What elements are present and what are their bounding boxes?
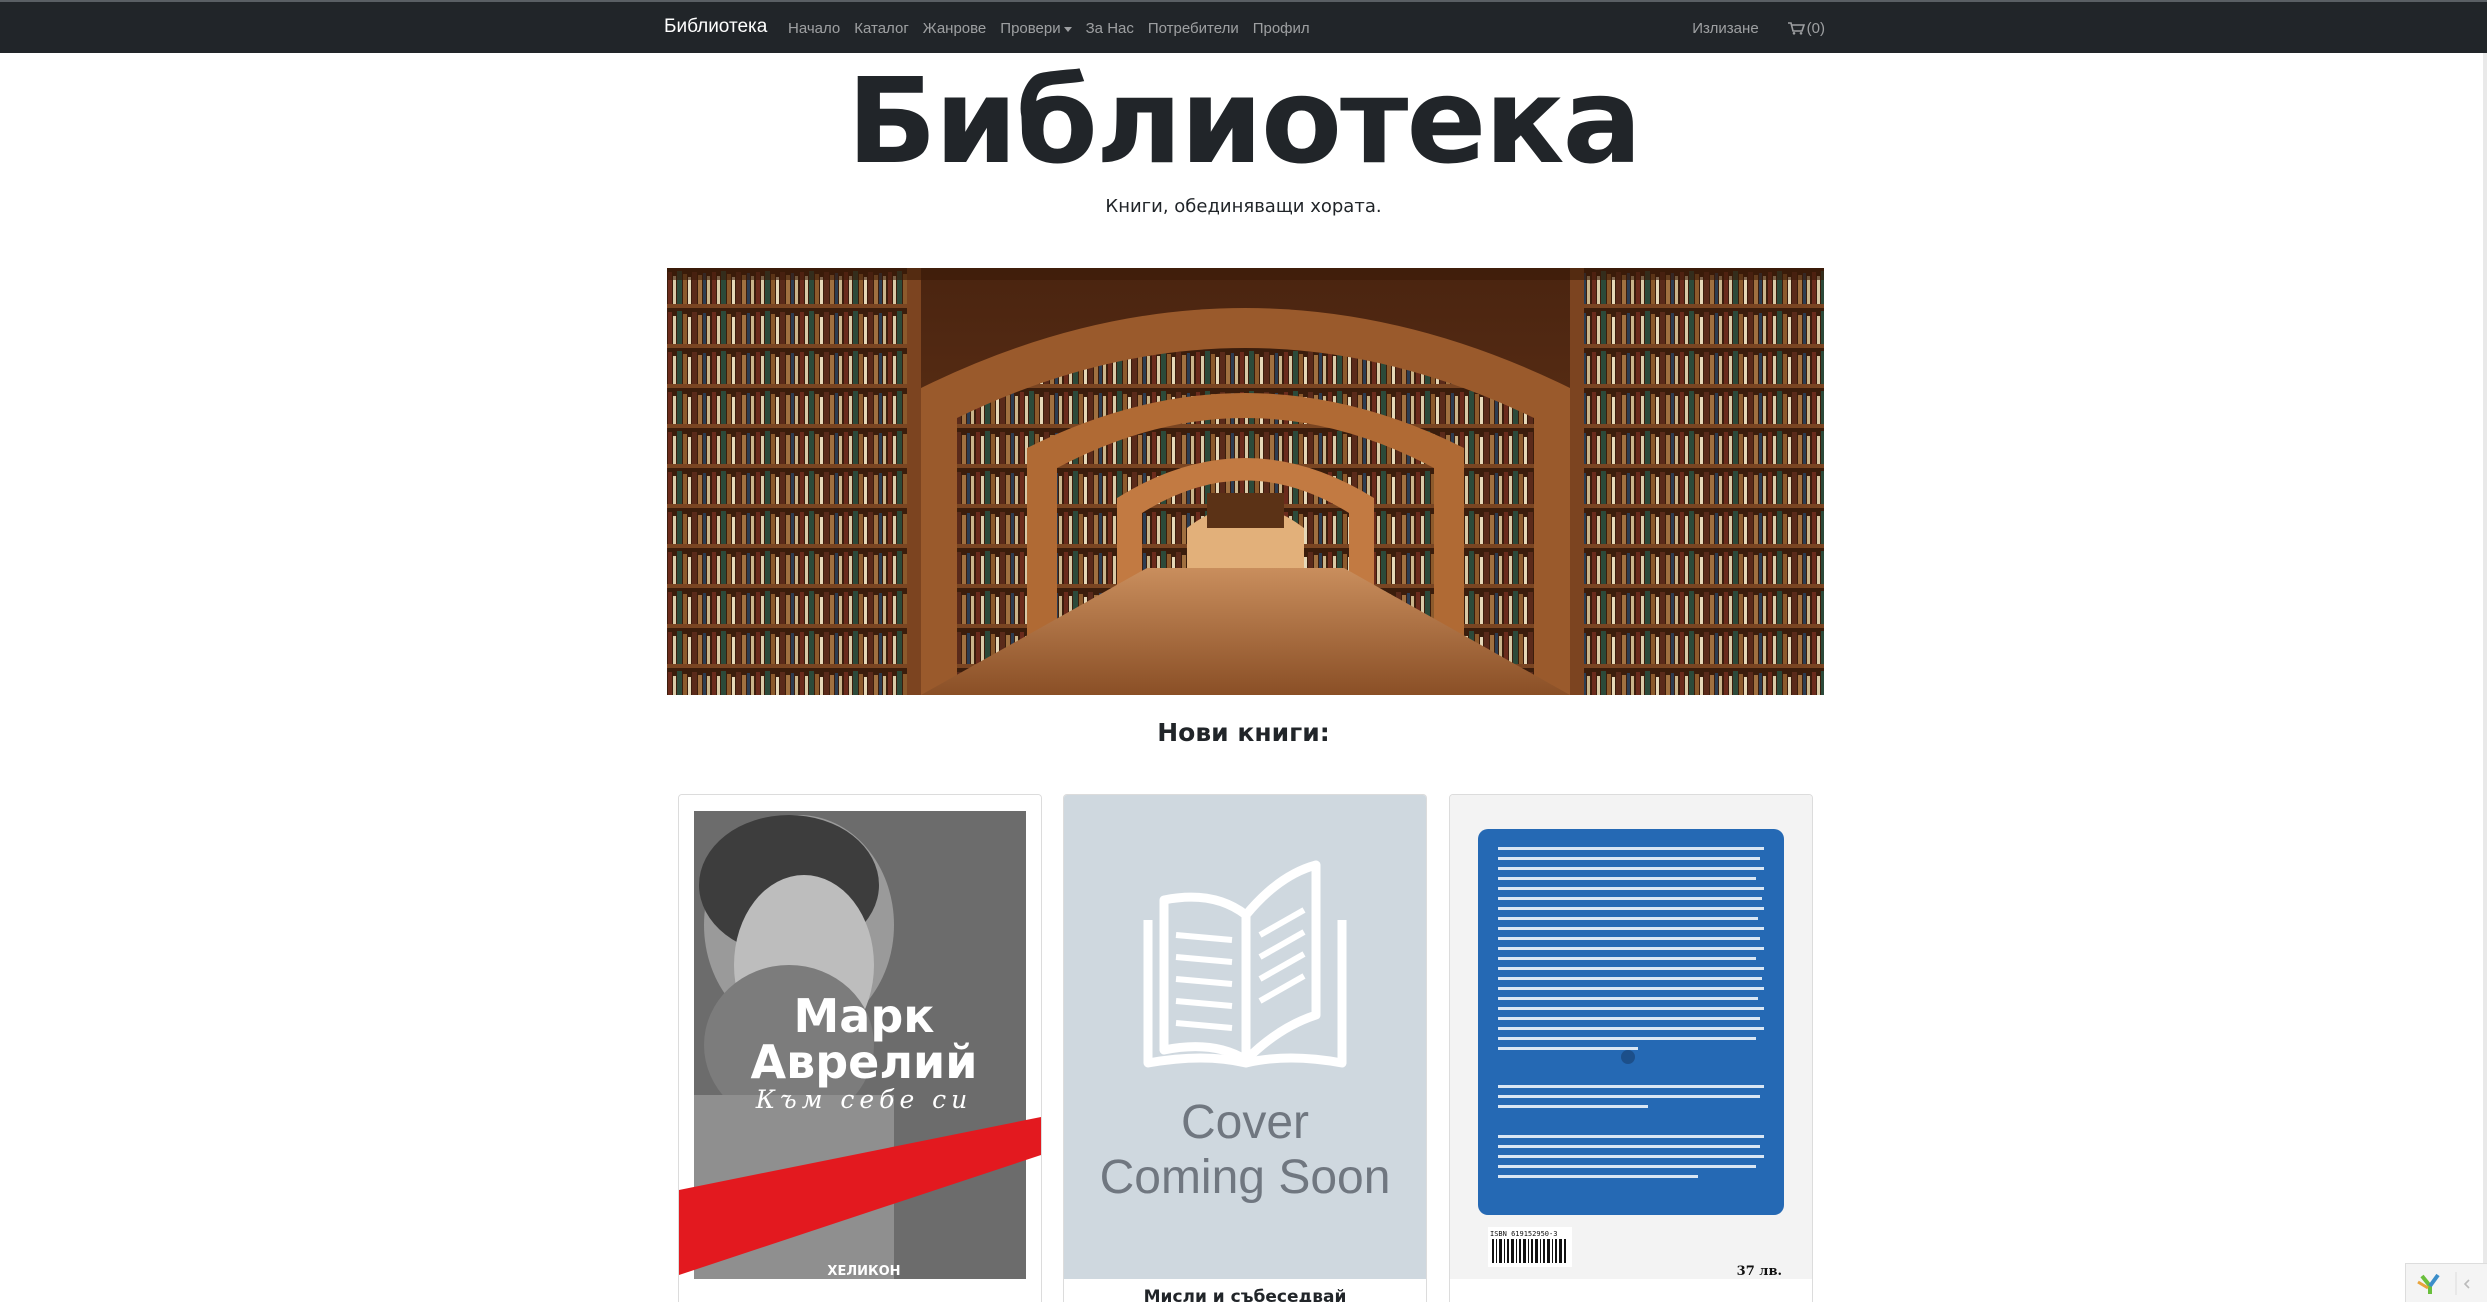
placeholder-line2: Coming Soon <box>1099 1151 1391 1204</box>
debug-toolbar-toggle[interactable] <box>2405 1263 2487 1302</box>
nav-item-home[interactable]: Начало <box>788 20 840 37</box>
placeholder-line1: Cover <box>1180 1096 1310 1149</box>
nav-item-about[interactable]: За Нас <box>1086 20 1134 37</box>
brand-link[interactable]: Библиотека <box>664 16 767 38</box>
page-subtitle: Книги, обединяващи хората. <box>1105 196 1382 217</box>
cart-link[interactable]: (0) <box>1787 20 1825 37</box>
library-banner-image <box>667 268 1824 695</box>
nav-item-users[interactable]: Потребители <box>1148 20 1239 37</box>
new-books-heading: Нови книги: <box>1157 718 1330 747</box>
logout-link[interactable]: Излизане <box>1692 20 1758 37</box>
cover-title: Към себе си <box>755 1085 973 1114</box>
nav-item-check-dropdown[interactable]: Провери <box>1000 20 1072 37</box>
book-card[interactable]: Cover Coming Soon Мисли и събеседвай <box>1063 794 1427 1302</box>
cart-count: (0) <box>1806 20 1825 37</box>
nav-item-genres[interactable]: Жанрове <box>923 20 986 37</box>
cover-isbn: ISBN 619152950-3 <box>1490 1230 1557 1238</box>
nav-item-profile[interactable]: Профил <box>1253 20 1310 37</box>
cover-placeholder: Cover Coming Soon <box>1064 795 1426 1279</box>
caret-down-icon <box>1063 26 1072 32</box>
nav-item-catalog[interactable]: Каталог <box>854 20 909 37</box>
cover-author-line2: Аврелий <box>751 1035 978 1089</box>
cart-icon <box>1787 22 1805 35</box>
book-cover-image: Марк Аврелий Към себе си ХЕЛИКОН <box>679 795 1041 1279</box>
book-title[interactable]: Мисли и събеседвай <box>1064 1287 1426 1302</box>
book-cover-image: ISBN 619152950-3 37 лв. <box>1450 795 1812 1279</box>
yii-logo-icon <box>2417 1272 2470 1295</box>
page-title: Библиотека <box>846 52 1642 190</box>
open-book-icon <box>1143 860 1347 1068</box>
cover-publisher: ХЕЛИКОН <box>827 1264 900 1279</box>
book-card[interactable]: ISBN 619152950-3 37 лв. <box>1449 794 1813 1302</box>
page-scrollbar[interactable] <box>2483 53 2487 1302</box>
book-card[interactable]: Марк Аврелий Към себе си ХЕЛИКОН <box>678 794 1042 1302</box>
cover-price: 37 лв. <box>1737 1264 1782 1279</box>
nav-item-check-label: Провери <box>1000 20 1061 37</box>
